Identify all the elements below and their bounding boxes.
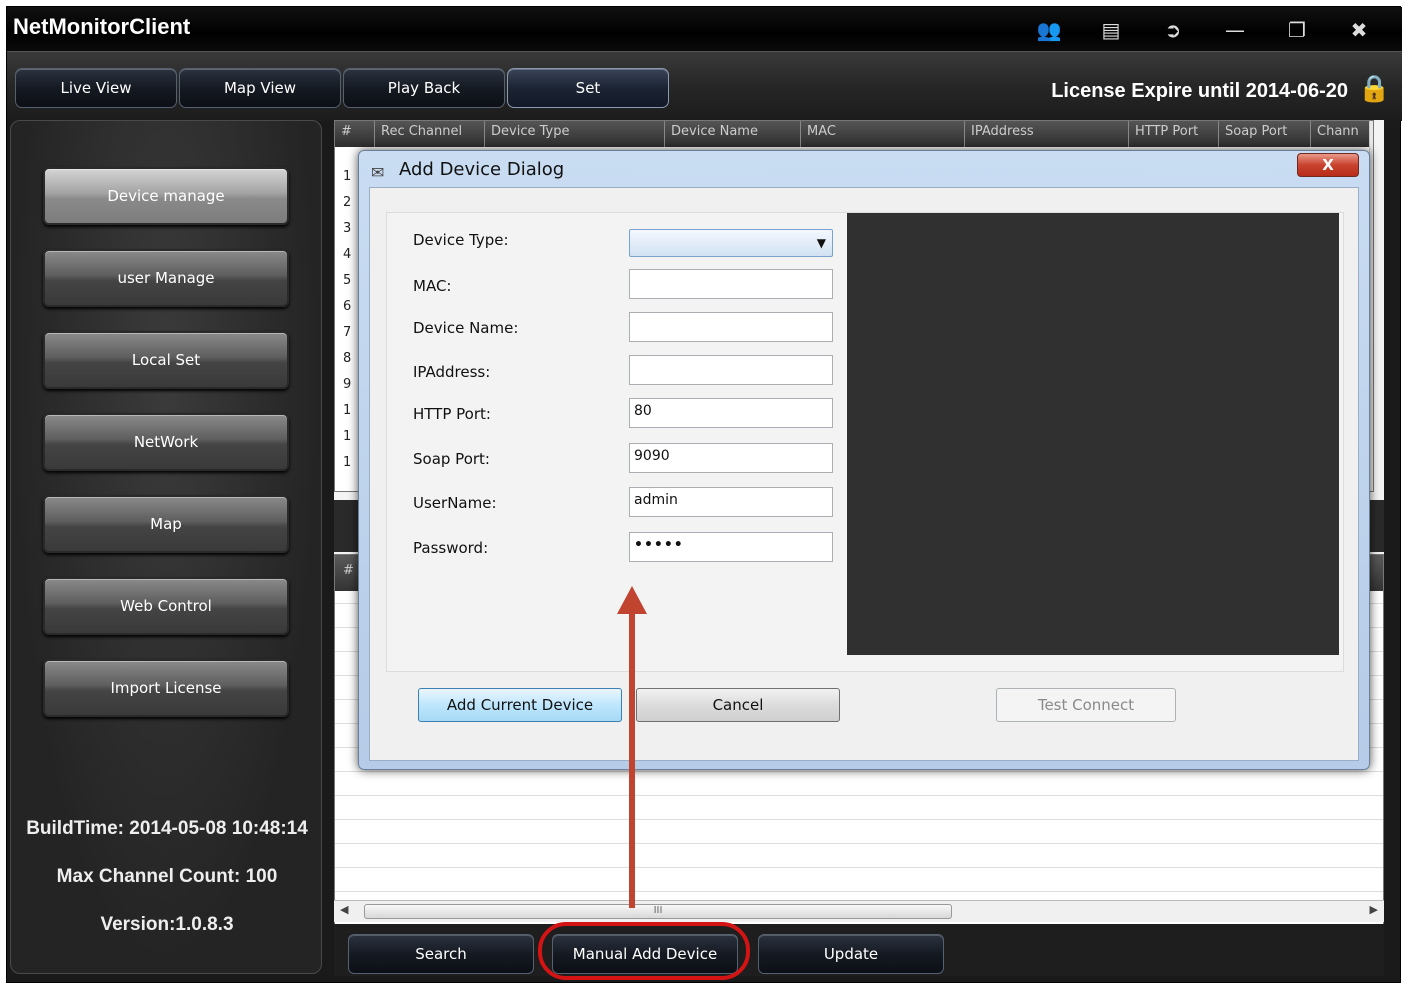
row-number[interactable]: 2	[343, 195, 351, 210]
sidebar-item-local-set[interactable]: Local Set	[43, 331, 289, 389]
sidebar: Device manage user Manage Local Set NetW…	[10, 120, 322, 974]
column-header[interactable]: #	[343, 563, 354, 578]
row-number[interactable]: 4	[343, 247, 351, 262]
row-number[interactable]: 6	[343, 299, 351, 314]
sidebar-item-network[interactable]: NetWork	[43, 413, 289, 471]
annotation-arrow-shaft	[629, 608, 635, 908]
horizontal-scrollbar[interactable]: ◀ III ▶	[334, 900, 1384, 922]
title-bar: NetMonitorClient 👥 ▤ ➲ — ❐ ✖	[7, 7, 1402, 51]
row-number[interactable]: 9	[343, 377, 351, 392]
build-time: BuildTime: 2014-05-08 10:48:14	[26, 818, 308, 839]
row-number[interactable]: 1	[343, 455, 351, 470]
annotation-arrow-head	[617, 586, 647, 614]
sidebar-item-map[interactable]: Map	[43, 495, 289, 553]
row-number[interactable]: 7	[343, 325, 351, 340]
app-title: NetMonitorClient	[13, 14, 191, 39]
update-button[interactable]: Update	[758, 934, 944, 974]
add-current-device-button[interactable]: Add Current Device	[418, 688, 622, 722]
row-number[interactable]: 8	[343, 351, 351, 366]
http-port-input[interactable]: 80	[629, 398, 833, 428]
ip-address-input[interactable]	[629, 355, 833, 385]
layout-icon[interactable]: ▤	[1093, 15, 1129, 45]
mac-input[interactable]	[629, 269, 833, 299]
device-name-label: Device Name:	[413, 319, 519, 337]
username-label: UserName:	[413, 494, 497, 512]
device-type-select[interactable]: ▼	[629, 229, 833, 257]
scroll-thumb[interactable]: III	[364, 904, 952, 919]
password-input[interactable]: •••••	[629, 532, 833, 562]
scroll-right-icon[interactable]: ▶	[1370, 903, 1378, 916]
column-header[interactable]: Chann	[1311, 121, 1373, 147]
username-input[interactable]: admin	[629, 487, 833, 517]
row-number[interactable]: 1	[343, 169, 351, 184]
column-header[interactable]: Device Type	[485, 121, 665, 147]
form-panel: Device Type: ▼ MAC: Device Name: IPAddre…	[386, 212, 1344, 672]
test-connect-button[interactable]: Test Connect	[996, 688, 1176, 722]
dialog-icon: ✉	[371, 163, 385, 182]
tab-play-back[interactable]: Play Back	[343, 68, 505, 108]
tab-map-view[interactable]: Map View	[179, 68, 341, 108]
toolbar: Live View Map View Play Back Set License…	[7, 51, 1402, 121]
highlight-annotation	[538, 922, 750, 980]
search-button[interactable]: Search	[348, 934, 534, 974]
users-icon[interactable]: 👥	[1031, 15, 1067, 45]
chevron-down-icon: ▼	[816, 236, 826, 250]
soap-port-input[interactable]: 9090	[629, 443, 833, 473]
scroll-left-icon[interactable]: ◀	[340, 903, 348, 916]
table-header: # Rec Channel Device Type Device Name MA…	[335, 121, 1373, 147]
http-port-label: HTTP Port:	[413, 405, 491, 423]
tab-live-view[interactable]: Live View	[15, 68, 177, 108]
lock-icon[interactable]: 🔒	[1358, 74, 1390, 110]
column-header[interactable]: Rec Channel	[375, 121, 485, 147]
row-number[interactable]: 3	[343, 221, 351, 236]
row-number[interactable]: 1	[343, 429, 351, 444]
column-header[interactable]: #	[335, 121, 375, 147]
license-label: License Expire until 2014-06-20	[1051, 80, 1348, 102]
password-label: Password:	[413, 539, 489, 557]
add-device-dialog: ✉ Add Device Dialog X Device Type: ▼ MAC…	[358, 150, 1370, 770]
sidebar-item-import-license[interactable]: Import License	[43, 659, 289, 717]
row-number[interactable]: 5	[343, 273, 351, 288]
sidebar-item-device-manage[interactable]: Device manage	[43, 167, 289, 225]
column-header[interactable]: IPAddress	[965, 121, 1129, 147]
soap-port-label: Soap Port:	[413, 450, 490, 468]
exit-icon[interactable]: ➲	[1155, 15, 1191, 45]
ip-address-label: IPAddress:	[413, 363, 491, 381]
sidebar-item-web-control[interactable]: Web Control	[43, 577, 289, 635]
close-icon[interactable]: ✖	[1341, 15, 1377, 45]
row-number[interactable]: 1	[343, 403, 351, 418]
dialog-body: Device Type: ▼ MAC: Device Name: IPAddre…	[369, 187, 1359, 761]
bottom-bar: Search Manual Add Device Update	[334, 924, 1384, 976]
device-type-label: Device Type:	[413, 231, 509, 249]
column-header[interactable]: Device Name	[665, 121, 801, 147]
cancel-button[interactable]: Cancel	[636, 688, 840, 722]
mac-label: MAC:	[413, 277, 452, 295]
tab-set[interactable]: Set	[507, 68, 669, 108]
restore-icon[interactable]: ❐	[1279, 15, 1315, 45]
column-header[interactable]: MAC	[801, 121, 965, 147]
sidebar-item-user-manage[interactable]: user Manage	[43, 249, 289, 307]
column-header[interactable]: Soap Port	[1219, 121, 1311, 147]
dialog-title: Add Device Dialog	[399, 159, 565, 180]
column-header[interactable]: HTTP Port	[1129, 121, 1219, 147]
max-channel-count: Max Channel Count: 100	[56, 866, 278, 887]
device-name-input[interactable]	[629, 312, 833, 342]
version-label: Version:1.0.8.3	[100, 914, 234, 935]
minimize-icon[interactable]: —	[1217, 15, 1253, 45]
video-preview	[847, 213, 1339, 655]
dialog-close-button[interactable]: X	[1297, 153, 1359, 177]
